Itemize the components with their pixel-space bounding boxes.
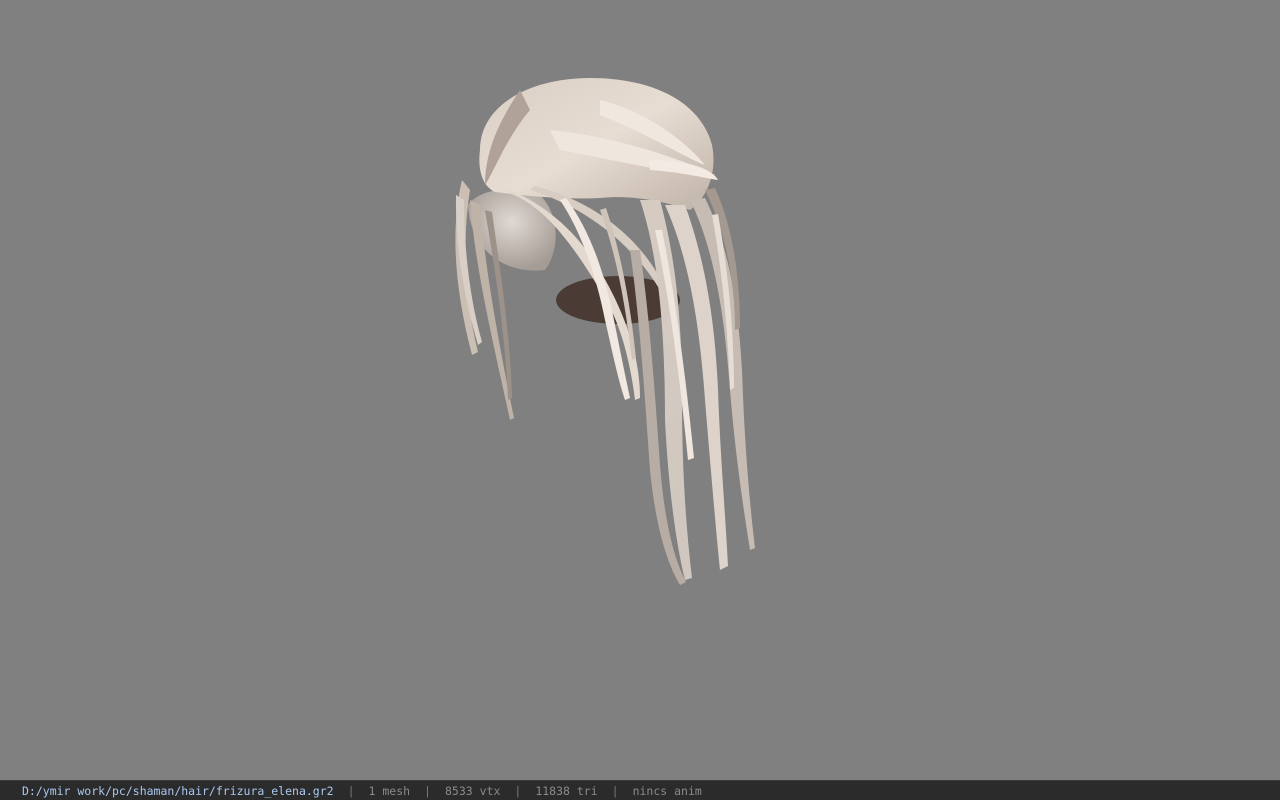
mesh-count: 1 mesh [368, 783, 411, 798]
animation-status: nincs anim [632, 783, 702, 798]
separator: | [514, 783, 522, 798]
hair-model-icon [455, 78, 755, 585]
file-path: D:/ymir work/pc/shaman/hair/frizura_elen… [22, 783, 334, 798]
vertex-count: 8533 vtx [444, 783, 501, 798]
separator: | [611, 783, 619, 798]
status-bar: D:/ymir work/pc/shaman/hair/frizura_elen… [0, 780, 1280, 800]
3d-viewport[interactable] [0, 0, 1280, 780]
separator: | [424, 783, 431, 798]
separator: | [347, 783, 355, 798]
triangle-count: 11838 tri [535, 783, 598, 798]
